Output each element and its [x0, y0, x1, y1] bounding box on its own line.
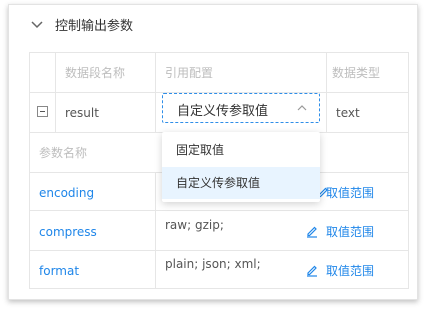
param-name-format[interactable]: format [39, 263, 79, 279]
ref-config-select[interactable]: 自定义传参取值 [162, 93, 320, 123]
dropdown-option-fixed[interactable]: 固定取值 [162, 134, 320, 166]
chevron-down-icon[interactable] [29, 16, 45, 32]
column-header-field-name: 数据段名称 [65, 66, 126, 80]
data-type-value: text [336, 106, 360, 120]
param-name-encoding[interactable]: encoding [39, 185, 94, 201]
column-header-data-type: 数据类型 [332, 66, 381, 80]
param-name-compress[interactable]: compress [39, 224, 97, 240]
collapse-toggle-icon[interactable] [37, 106, 48, 117]
field-name-result: result [65, 106, 99, 120]
dropdown-option-custom[interactable]: 自定义传参取值 [162, 167, 320, 199]
output-params-panel: 控制输出参数 数据段名称 引用配置 数据类型 result text 参数名称 … [8, 4, 418, 300]
chevron-up-icon [297, 105, 307, 111]
value-range-link[interactable]: 取值范围 [326, 224, 374, 240]
section-title: 控制输出参数 [55, 18, 134, 34]
value-range-link[interactable]: 取值范围 [326, 263, 374, 279]
param-values: plain; json; xml; [165, 257, 261, 271]
edit-icon[interactable] [305, 263, 319, 277]
column-header-ref-config: 引用配置 [165, 66, 214, 80]
param-name-header: 参数名称 [39, 146, 88, 160]
param-values: raw; gzip; [165, 218, 224, 232]
section-header[interactable]: 控制输出参数 [29, 13, 133, 35]
ref-config-dropdown: 固定取值 自定义传参取值 [162, 132, 320, 202]
value-range-link[interactable]: 取值范围 [326, 185, 374, 201]
select-value: 自定义传参取值 [177, 104, 269, 119]
edit-icon[interactable] [305, 224, 319, 238]
